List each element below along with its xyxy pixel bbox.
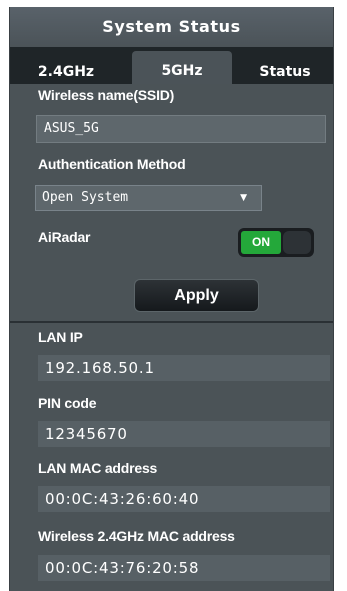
pin-code-label: PIN code [38, 395, 97, 411]
auth-method-label: Authentication Method [38, 156, 186, 172]
panel-title: System Status [10, 7, 333, 47]
ssid-label: Wireless name(SSID) [38, 87, 175, 103]
wireless-mac-value: 00:0C:43:76:20:58 [38, 555, 330, 581]
auth-method-select[interactable]: Open System ▼ [35, 185, 262, 211]
system-status-panel: System Status 2.4GHz 5GHz Status Wireles… [9, 7, 334, 591]
wireless-mac-label: Wireless 2.4GHz MAC address [38, 528, 235, 544]
tab-5ghz[interactable]: 5GHz [132, 51, 232, 84]
airadar-label: AiRadar [38, 229, 91, 245]
ssid-input[interactable]: ASUS_5G [36, 115, 326, 143]
lan-mac-label: LAN MAC address [38, 460, 158, 476]
auth-method-value: Open System [42, 190, 129, 205]
apply-button[interactable]: Apply [134, 279, 259, 312]
lan-ip-value: 192.168.50.1 [38, 355, 330, 381]
band-tabs: 2.4GHz 5GHz Status [10, 47, 333, 84]
toggle-on-label: ON [241, 231, 281, 254]
airadar-toggle[interactable]: ON [238, 228, 314, 257]
toggle-knob [283, 231, 311, 254]
lan-mac-value: 00:0C:43:26:60:40 [38, 486, 330, 512]
lan-ip-label: LAN IP [38, 329, 83, 345]
tab-status[interactable]: Status [242, 57, 328, 84]
caret-down-icon: ▼ [240, 193, 247, 203]
tab-2-4ghz[interactable]: 2.4GHz [16, 57, 116, 84]
section-divider [10, 321, 333, 323]
pin-code-value: 12345670 [38, 421, 330, 447]
